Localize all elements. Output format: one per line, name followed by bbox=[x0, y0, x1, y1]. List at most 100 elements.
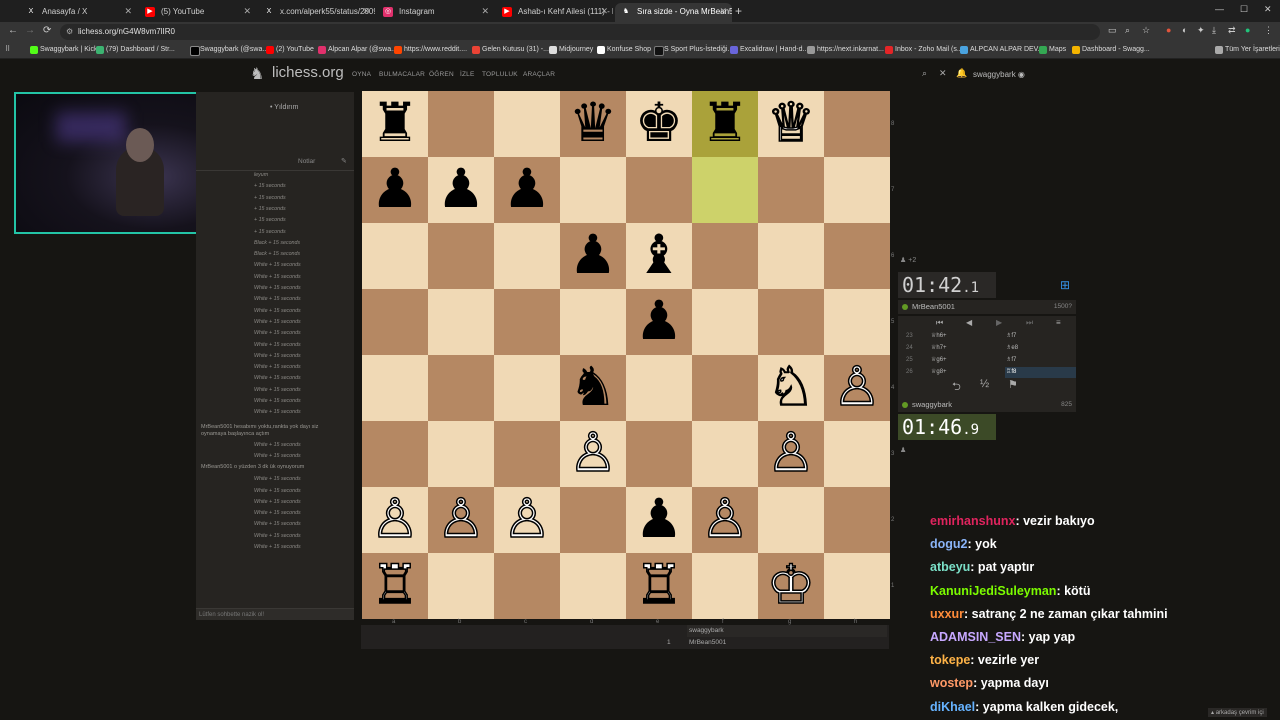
new-tab-button[interactable]: + bbox=[735, 4, 742, 18]
black-bishop-e6[interactable]: ♝ bbox=[626, 223, 692, 289]
close-window-icon[interactable]: ✕ bbox=[1264, 4, 1272, 15]
square-f7[interactable] bbox=[692, 157, 758, 223]
bookmark-item[interactable]: (2) YouTube bbox=[266, 44, 314, 56]
bookmark-item[interactable]: Gelen Kutusu (31) -... bbox=[472, 44, 549, 56]
search-icon[interactable]: ⌕ bbox=[922, 68, 927, 79]
black-rook-f8[interactable]: ♜ bbox=[692, 91, 758, 157]
square-b6[interactable] bbox=[428, 223, 494, 289]
notification-bell-icon[interactable]: 🔔 bbox=[956, 68, 967, 79]
reload-icon[interactable]: ⟳ bbox=[43, 25, 51, 36]
square-g2[interactable] bbox=[758, 487, 824, 553]
menu-icon[interactable]: ⋮ bbox=[1264, 25, 1273, 36]
black-rook-a8[interactable]: ♜ bbox=[362, 91, 428, 157]
close-icon[interactable]: ✕ bbox=[600, 3, 608, 20]
square-f1[interactable] bbox=[692, 553, 758, 619]
square-a3[interactable] bbox=[362, 421, 428, 487]
bookmark-item[interactable]: ALPCAN ALPAR DEV... bbox=[960, 44, 1044, 56]
black-move[interactable]: ♗f7 bbox=[1005, 355, 1076, 366]
square-d7[interactable] bbox=[560, 157, 626, 223]
tab-x-home[interactable]: X Anasayfa / X ✕ bbox=[20, 3, 137, 22]
bookmark-item[interactable]: https://www.reddit.... bbox=[394, 44, 467, 56]
square-g7[interactable] bbox=[758, 157, 824, 223]
square-h2[interactable] bbox=[824, 487, 890, 553]
square-d2[interactable] bbox=[560, 487, 626, 553]
bookmark-item[interactable]: Maps bbox=[1039, 44, 1066, 56]
bookmark-item[interactable]: Midjourney bbox=[549, 44, 593, 56]
square-f3[interactable] bbox=[692, 421, 758, 487]
draw-offer-button[interactable]: ½ bbox=[980, 378, 989, 390]
chess-board[interactable]: ♜ ♛ ♚ ♜ ♕ ♟ ♟ ♟ ♟ ♝ ♟ ♞ ♘ ♙ ♙ ♙ ♙ ♙ ♙ ♟ ♙ ♖ ♖ ♔ bbox=[362, 90, 890, 619]
square-h3[interactable] bbox=[824, 421, 890, 487]
square-b5[interactable] bbox=[428, 289, 494, 355]
takeback-icon[interactable]: ⮌ bbox=[952, 378, 961, 397]
white-pawn-g3[interactable]: ♙ bbox=[758, 420, 824, 487]
site-info-icon[interactable]: ⚙ bbox=[66, 24, 73, 40]
white-move[interactable]: ♕h6+ bbox=[931, 331, 947, 342]
close-icon[interactable]: ✕ bbox=[719, 3, 727, 20]
square-c6[interactable] bbox=[494, 223, 560, 289]
white-rook-e1[interactable]: ♖ bbox=[626, 552, 692, 619]
bookmark-item[interactable]: https://next.inkarnat... bbox=[807, 44, 884, 56]
minimize-icon[interactable]: — bbox=[1215, 4, 1224, 14]
white-move[interactable]: ♕h7+ bbox=[931, 343, 947, 354]
url-input[interactable]: ⚙ lichess.org/nG4W8vm7lIR0 bbox=[60, 24, 1100, 40]
self-player[interactable]: swaggybark 825 bbox=[898, 398, 1076, 412]
close-icon[interactable]: ✕ bbox=[481, 3, 489, 20]
nav-tools[interactable]: ARAÇLAR bbox=[523, 71, 555, 78]
white-rook-a1[interactable]: ♖ bbox=[362, 552, 428, 619]
nav-community[interactable]: TOPLULUK bbox=[482, 71, 518, 78]
black-knight-d4[interactable]: ♞ bbox=[560, 355, 626, 421]
zoom-icon[interactable]: ⌕ bbox=[1125, 25, 1130, 36]
nav-play[interactable]: OYNA bbox=[352, 71, 371, 78]
square-d1[interactable] bbox=[560, 553, 626, 619]
white-knight-g4[interactable]: ♘ bbox=[758, 354, 824, 421]
friends-online[interactable]: ▴ arkadaş çevrim içi bbox=[1208, 708, 1267, 717]
tab-lichess[interactable]: ♞Sıra sizde - Oyna MrBean5001✕ bbox=[615, 3, 732, 22]
white-move[interactable]: ♕g8+ bbox=[931, 367, 947, 378]
square-c5[interactable] bbox=[494, 289, 560, 355]
black-pawn-c7[interactable]: ♟ bbox=[494, 157, 560, 223]
close-icon[interactable]: ✕ bbox=[243, 3, 251, 20]
square-e4[interactable] bbox=[626, 355, 692, 421]
avatar[interactable]: ● bbox=[1245, 25, 1250, 35]
profile-icon[interactable]: ⇄ bbox=[1228, 25, 1236, 36]
square-b3[interactable] bbox=[428, 421, 494, 487]
tab-youtube[interactable]: ▶ (5) YouTube ✕ bbox=[139, 3, 256, 22]
tab-instagram[interactable]: ◎ Instagram ✕ bbox=[377, 3, 494, 22]
close-icon[interactable]: ✕ bbox=[124, 3, 132, 20]
challenge-icon[interactable]: ✕ bbox=[939, 68, 947, 79]
black-pawn-e2[interactable]: ♟ bbox=[626, 487, 692, 553]
black-pawn-d6[interactable]: ♟ bbox=[560, 223, 626, 289]
white-pawn-c2[interactable]: ♙ bbox=[494, 486, 560, 553]
square-a4[interactable] bbox=[362, 355, 428, 421]
opponent-player[interactable]: MrBean5001 1500? bbox=[898, 300, 1076, 314]
user-menu[interactable]: swaggybark ◉ bbox=[973, 70, 1025, 79]
square-a6[interactable] bbox=[362, 223, 428, 289]
bookmark-item[interactable]: Excalidraw | Hand-d... bbox=[730, 44, 808, 56]
nav-learn[interactable]: ÖĞREN bbox=[429, 71, 454, 78]
bookmark-item[interactable]: Konfuse Shop bbox=[597, 44, 651, 56]
black-queen-d8[interactable]: ♛ bbox=[560, 91, 626, 157]
download-icon[interactable]: ⤓ bbox=[1212, 25, 1216, 36]
square-h5[interactable] bbox=[824, 289, 890, 355]
square-a5[interactable] bbox=[362, 289, 428, 355]
white-pawn-b2[interactable]: ♙ bbox=[428, 486, 494, 553]
square-d5[interactable] bbox=[560, 289, 626, 355]
extension-icon[interactable]: ● bbox=[1166, 25, 1171, 35]
close-icon[interactable]: ✕ bbox=[362, 3, 370, 20]
square-g6[interactable] bbox=[758, 223, 824, 289]
black-move[interactable]: ♗e8 bbox=[1005, 343, 1076, 354]
bookmark-item[interactable]: Inbox - Zoho Mail (s... bbox=[885, 44, 963, 56]
add-time-icon[interactable]: ⊞ bbox=[1060, 278, 1070, 292]
white-king-g1[interactable]: ♔ bbox=[758, 552, 824, 619]
tab-notes[interactable]: Notlar bbox=[298, 158, 315, 165]
white-pawn-h4[interactable]: ♙ bbox=[824, 354, 890, 421]
resign-flag-icon[interactable]: ⚑ bbox=[1008, 378, 1018, 391]
back-icon[interactable]: ← bbox=[8, 25, 18, 36]
white-queen-g8[interactable]: ♕ bbox=[758, 90, 824, 157]
square-f6[interactable] bbox=[692, 223, 758, 289]
square-b4[interactable] bbox=[428, 355, 494, 421]
square-e7[interactable] bbox=[626, 157, 692, 223]
bookmark-star-icon[interactable]: ☆ bbox=[1142, 25, 1150, 36]
extensions-puzzle-icon[interactable]: ✦ bbox=[1197, 25, 1205, 36]
